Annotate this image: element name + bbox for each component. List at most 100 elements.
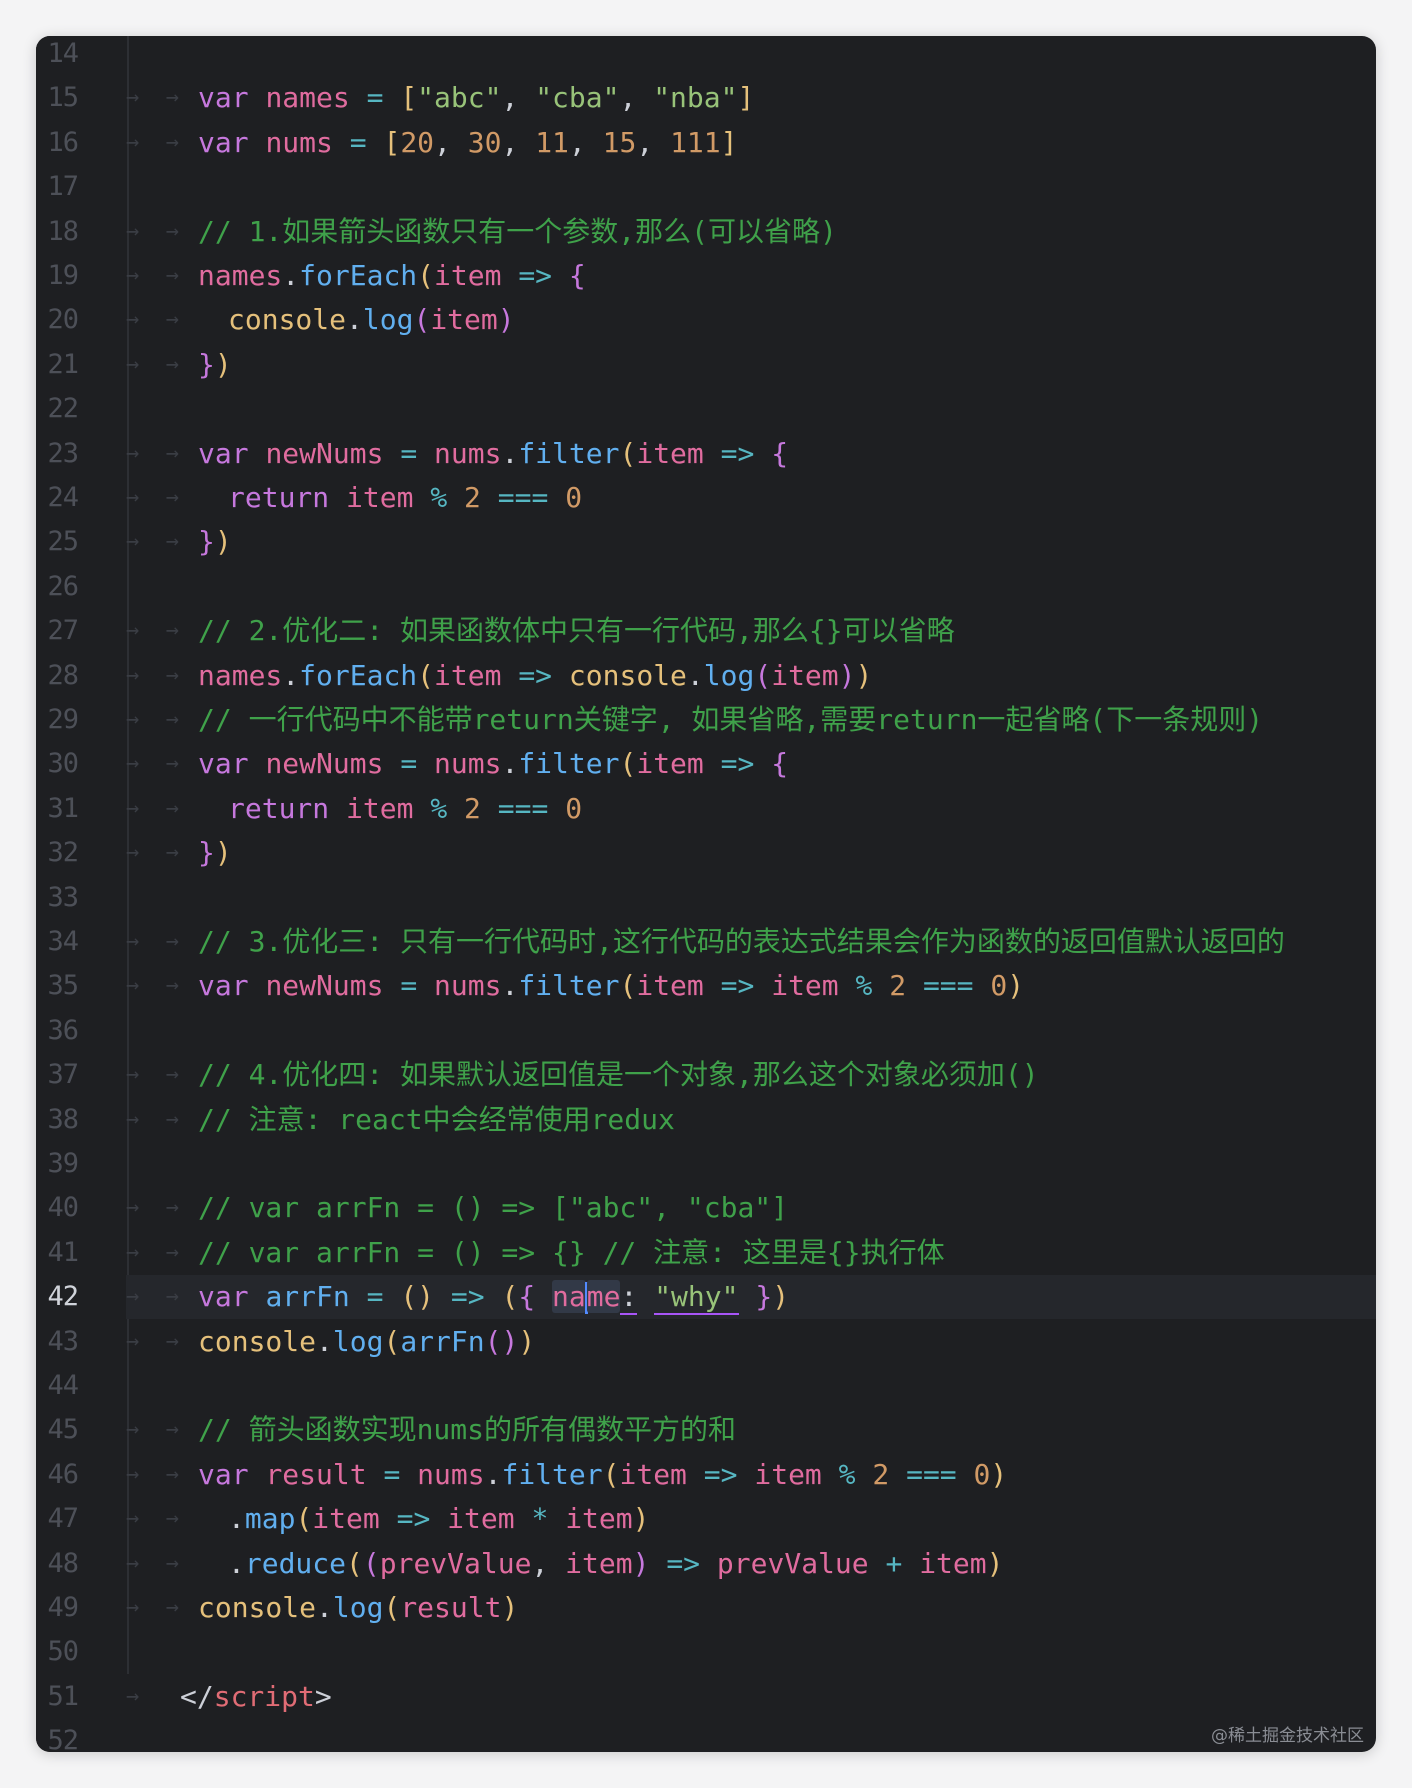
line-number: 30	[47, 748, 79, 780]
code-line-50[interactable]: 50	[36, 1630, 1376, 1674]
code-line-28[interactable]: 28 → → names.forEach(item => console.log(i…	[36, 654, 1376, 698]
line-number: 42	[47, 1281, 79, 1313]
code-token: .	[501, 436, 519, 470]
code-line-21[interactable]: 21 → →})	[36, 343, 1376, 387]
code-comment: // 2.优化二: 如果函数体中只有一行代码,那么{}可以省略	[198, 614, 955, 648]
code-token: item	[754, 1457, 822, 1491]
code-token: item	[636, 969, 704, 1003]
code-token: </	[180, 1679, 214, 1713]
code-token: forEach	[299, 658, 418, 692]
code-token: .	[501, 747, 519, 781]
code-line-44[interactable]: 44	[36, 1364, 1376, 1408]
code-line-37[interactable]: 37 → → // 4.优化四: 如果默认返回值是一个对象,那么这个对象必须加()	[36, 1053, 1376, 1097]
code-token: )	[1007, 969, 1025, 1003]
code-line-18[interactable]: 18 → → // 1.如果箭头函数只有一个参数,那么(可以省略)	[36, 210, 1376, 254]
code-token: %	[430, 791, 448, 825]
code-line-35[interactable]: 35 → → var newNums = nums.filter(item => i…	[36, 964, 1376, 1008]
code-line-15[interactable]: 15 → → var names = ["abc", "cba", "nba"]	[36, 76, 1376, 120]
code-text: var arrFn = () => ({ name: "why" })	[198, 1275, 789, 1319]
code-line-49[interactable]: 49 → → console.log(result)	[36, 1586, 1376, 1630]
code-token: item	[565, 1502, 633, 1536]
code-token: (	[400, 1280, 418, 1314]
code-line-22[interactable]: 22	[36, 387, 1376, 431]
code-editor[interactable]: 14 15 → → var names = ["abc", "cba", "nba"]…	[36, 36, 1376, 1752]
code-line-36[interactable]: 36	[36, 1009, 1376, 1053]
code-line-27[interactable]: 27 → → // 2.优化二: 如果函数体中只有一行代码,那么{}可以省略	[36, 609, 1376, 653]
code-token: [	[400, 81, 418, 115]
code-token: nums	[417, 1457, 485, 1491]
indent-marker: → →	[126, 85, 179, 111]
code-line-47[interactable]: 47 → → .map(item => item * item)	[36, 1497, 1376, 1541]
code-token: filter	[518, 747, 620, 781]
code-token: item	[430, 303, 498, 337]
code-line-41[interactable]: 41 → → // var arrFn = () => {} // 注意: 这里是{…	[36, 1231, 1376, 1275]
code-token: filter	[501, 1457, 603, 1491]
code-line-52[interactable]: 52	[36, 1719, 1376, 1752]
code-token: newNums	[265, 969, 384, 1003]
code-line-46[interactable]: 46 → → var result = nums.filter(item => it…	[36, 1453, 1376, 1497]
code-text: .reduce((prevValue, item) => prevValue +…	[228, 1542, 1004, 1586]
line-number: 37	[47, 1059, 79, 1091]
code-token: }	[198, 836, 215, 870]
code-token: item	[434, 259, 502, 292]
code-token: log	[703, 658, 755, 692]
code-line-23[interactable]: 23 → → var newNums = nums.filter(item => {	[36, 432, 1376, 476]
code-token: )	[990, 1457, 1008, 1491]
code-token: ,	[636, 125, 654, 159]
code-token: return	[228, 791, 330, 825]
code-line-30[interactable]: 30 → → var newNums = nums.filter(item => {	[36, 742, 1376, 786]
code-token: (	[417, 658, 435, 692]
indent-marker: → →	[126, 973, 179, 999]
code-token: %	[855, 969, 873, 1003]
code-line-14[interactable]: 14	[36, 36, 1376, 76]
code-line-29[interactable]: 29 → → // 一行代码中不能带return关键字, 如果省略,需要return…	[36, 698, 1376, 742]
code-line-34[interactable]: 34 → → // 3.优化三: 只有一行代码时,这行代码的表达式结果会作为函数的返…	[36, 920, 1376, 964]
line-number: 27	[47, 615, 79, 647]
line-number: 34	[47, 926, 79, 957]
code-line-24[interactable]: 24 → → return item % 2 === 0	[36, 476, 1376, 520]
code-text: })	[198, 831, 232, 875]
code-line-48[interactable]: 48 → → .reduce((prevValue, item) => prevVa…	[36, 1542, 1376, 1586]
code-token: ,	[619, 81, 637, 115]
code-line-45[interactable]: 45 → → // 箭头函数实现nums的所有偶数平方的和	[36, 1408, 1376, 1452]
code-text: console.log(result)	[198, 1586, 518, 1630]
code-token: (	[754, 658, 772, 692]
code-comment: // 箭头函数实现nums的所有偶数平方的和	[198, 1413, 737, 1447]
code-line-20[interactable]: 20 → → console.log(item)	[36, 298, 1376, 342]
code-token: ,	[568, 125, 586, 159]
line-number: 46	[47, 1458, 79, 1490]
code-line-33[interactable]: 33	[36, 876, 1376, 920]
code-line-40[interactable]: 40 → → // var arrFn = () => ["abc", "cba"]	[36, 1186, 1376, 1230]
code-line-19[interactable]: 19 → → names.forEach(item => {	[36, 254, 1376, 298]
code-line-16[interactable]: 16 → → var nums = [20, 30, 11, 15, 111]	[36, 121, 1376, 165]
code-text: return item % 2 === 0	[228, 476, 582, 520]
code-line-17[interactable]: 17	[36, 165, 1376, 209]
code-token: =	[400, 436, 418, 470]
code-line-26[interactable]: 26	[36, 565, 1376, 609]
code-comment: // 1.如果箭头函数只有一个参数,那么(可以省略)	[198, 214, 837, 248]
code-token: )	[632, 1546, 650, 1580]
indent-marker: → →	[126, 440, 179, 466]
code-token: =>	[518, 259, 553, 292]
code-line-51[interactable]: 51 → </script>	[36, 1675, 1376, 1719]
code-token: )	[214, 347, 232, 381]
indent-marker: → →	[126, 840, 179, 866]
code-token: log	[332, 1324, 384, 1358]
line-number: 23	[47, 437, 79, 469]
code-line-42[interactable]: 42 → → var arrFn = () => ({ name: "why" })	[47, 1275, 1376, 1320]
indent-marker: → →	[126, 1195, 179, 1221]
code-line-38[interactable]: 38 → → // 注意: react中会经常使用redux	[36, 1098, 1376, 1142]
code-line-31[interactable]: 31 → → return item % 2 === 0	[36, 787, 1376, 831]
code-token: "nba"	[653, 81, 738, 115]
code-text: names.forEach(item => console.log(item))	[198, 654, 872, 698]
code-token: %	[838, 1457, 856, 1491]
line-number: 50	[47, 1636, 79, 1668]
code-line-39[interactable]: 39	[36, 1142, 1376, 1186]
line-number: 16	[47, 126, 79, 158]
code-line-32[interactable]: 32 → →})	[36, 831, 1376, 875]
code-text: // 3.优化三: 只有一行代码时,这行代码的表达式结果会作为函数的返回值默认返…	[198, 920, 1285, 964]
code-line-43[interactable]: 43 → → console.log(arrFn())	[36, 1320, 1376, 1364]
indent-marker: → →	[126, 1506, 179, 1532]
code-line-25[interactable]: 25 → →})	[36, 520, 1376, 564]
code-token: item	[771, 969, 839, 1003]
